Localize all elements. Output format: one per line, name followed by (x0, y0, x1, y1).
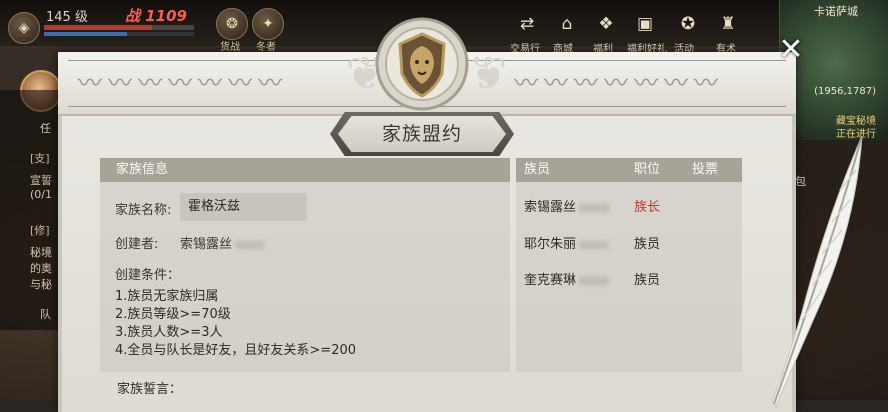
col-position: 职位 (634, 162, 661, 177)
mall-icon[interactable]: ⌂ (555, 12, 579, 36)
player-emblem-icon[interactable]: ◈ (8, 12, 40, 44)
close-icon[interactable]: ✕ (777, 35, 805, 65)
quest-text-4: 的奥 (30, 262, 52, 275)
quest-text-2: (0/1 (30, 188, 52, 201)
family-name-label: 家族名称: (115, 203, 172, 218)
laurel-right-icon: ❦ (468, 46, 508, 100)
quest-tracker[interactable] (0, 90, 60, 330)
col-vote: 投票 (692, 162, 719, 177)
member-row-3-role: 族员 (634, 273, 661, 288)
col-member: 族员 (524, 162, 551, 177)
condition-2: 2.族员等级>=70级 (115, 307, 231, 322)
member-row-1-role: 族长 (634, 200, 661, 215)
gift-icon[interactable]: ❖ (594, 12, 618, 36)
condition-3: 3.族员人数>=3人 (115, 325, 223, 340)
wolf-emblem-icon[interactable]: ✦ (252, 8, 284, 40)
condition-4: 4.全员与队长是好友，且好友关系>=200 (115, 343, 357, 358)
trade-icon[interactable]: ⇄ (515, 12, 539, 36)
lion-crest-icon (375, 17, 469, 111)
member-list-panel (516, 158, 742, 372)
creator-label: 创建者: (115, 237, 159, 252)
masked-name-suffix (579, 203, 610, 212)
rank-label: 货战 (220, 42, 240, 53)
quest-tag-branch: [支] (30, 152, 50, 165)
mana-bar (44, 32, 194, 36)
member-3-name: 奎克赛琳 (524, 273, 577, 288)
quest-tag-cultivate: [修] (30, 224, 50, 237)
dialog-title: 家族盟约 (338, 116, 506, 152)
quest-text-5: 与秘 (30, 278, 52, 291)
event-icon[interactable]: ✪ (676, 12, 700, 36)
member-row-2-role: 族员 (634, 237, 661, 252)
quest-name: 藏宝秘境 (836, 116, 876, 127)
member-row-2-name[interactable]: 耶尔朱丽 (524, 233, 610, 252)
health-bar (44, 25, 194, 30)
condition-1: 1.族员无家族归属 (115, 289, 219, 304)
map-zone-name: 卡诺萨城 (814, 5, 858, 18)
player-level: 145 级 (46, 10, 88, 25)
family-name-field[interactable]: 霍格沃兹 (180, 193, 307, 221)
rank-medal-icon[interactable]: ❂ (216, 8, 248, 40)
member-row-3-name[interactable]: 奎克赛琳 (524, 269, 610, 288)
map-coordinates: (1956,1787) (814, 86, 876, 97)
quest-text-1: 宣誓 (30, 174, 52, 187)
side-tab-label[interactable]: 任 (40, 120, 51, 136)
family-oath-label: 家族誓言： (117, 382, 183, 397)
scroll-ornament-left: 〰〰〰〰〰〰〰 (78, 69, 288, 97)
skill-icon[interactable]: ♜ (716, 12, 740, 36)
conditions-label: 创建条件： (115, 268, 181, 283)
masked-name-suffix (579, 276, 610, 285)
quill-feather-icon (771, 135, 863, 407)
member-list-header: 族员 职位 投票 (516, 158, 742, 182)
scroll-ornament-right: 〰〰〰〰〰〰〰 (514, 69, 724, 97)
combat-power: 战 1109 (125, 7, 187, 25)
member-2-name: 耶尔朱丽 (524, 237, 577, 252)
member-row-1-name[interactable]: 索锡露丝 (524, 196, 610, 215)
creator-name: 索锡露丝 (180, 233, 266, 252)
team-tab[interactable]: 队 (40, 306, 51, 322)
member-1-name: 索锡露丝 (524, 200, 577, 215)
quest-text-3: 秘境 (30, 246, 52, 259)
creator-name-text: 索锡露丝 (180, 237, 233, 252)
masked-name-suffix (579, 240, 610, 249)
giftbox-icon[interactable]: ▣ (633, 12, 657, 36)
family-info-header: 家族信息 (100, 158, 510, 182)
masked-name-suffix (235, 240, 266, 249)
wolf-label: 冬者 (256, 42, 276, 53)
